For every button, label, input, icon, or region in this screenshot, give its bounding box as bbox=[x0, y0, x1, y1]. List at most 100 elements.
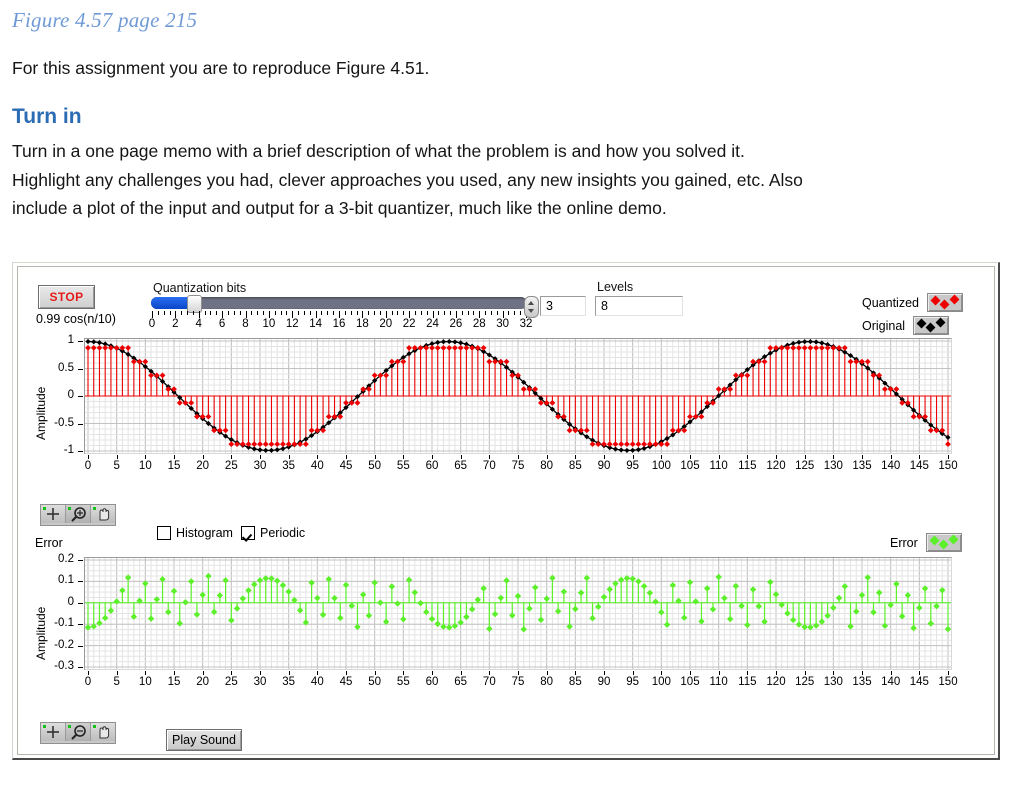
xtick-mark bbox=[546, 455, 548, 459]
xtick-mark bbox=[747, 671, 749, 675]
xtick-mark bbox=[346, 671, 347, 675]
xtick-mark bbox=[690, 455, 691, 459]
xtick-mark bbox=[88, 455, 89, 459]
legend-original-swatch[interactable] bbox=[913, 316, 950, 335]
signal-graph-palette[interactable] bbox=[40, 504, 116, 526]
xtick-mark bbox=[145, 671, 147, 675]
quantization-bits-label: Quantization bits bbox=[153, 281, 247, 295]
spinner-down-arrow-icon[interactable] bbox=[528, 309, 534, 313]
legend-error-swatch[interactable] bbox=[925, 533, 962, 552]
xtick-label: 40 bbox=[310, 676, 324, 688]
section-heading-turn-in: Turn in bbox=[12, 105, 82, 129]
histogram-label: Histogram bbox=[176, 526, 233, 540]
error-graph-palette[interactable] bbox=[40, 722, 116, 744]
cursor-crosshair-tool-icon-2[interactable] bbox=[41, 723, 66, 741]
slider-track[interactable] bbox=[151, 297, 527, 309]
xtick-label: 80 bbox=[540, 460, 554, 472]
xtick-mark bbox=[862, 671, 863, 675]
histogram-checkbox-row[interactable]: Histogram bbox=[157, 526, 233, 540]
xtick-label: 150 bbox=[938, 460, 958, 472]
xtick-label: 45 bbox=[339, 460, 353, 472]
ytick-mark bbox=[78, 423, 83, 425]
xtick-label: 85 bbox=[568, 460, 582, 472]
xtick-mark bbox=[575, 455, 577, 459]
histogram-checkbox[interactable] bbox=[157, 526, 171, 540]
slider-tick-label: 8 bbox=[242, 318, 249, 330]
xtick-mark bbox=[890, 671, 892, 675]
xtick-label: 95 bbox=[626, 676, 640, 688]
xtick-mark bbox=[460, 455, 462, 459]
play-sound-button[interactable]: Play Sound bbox=[166, 729, 242, 751]
xtick-label: 35 bbox=[282, 676, 296, 688]
xtick-label: 60 bbox=[425, 676, 439, 688]
xtick-label: 15 bbox=[167, 460, 181, 472]
ytick-label: 0.1 bbox=[58, 574, 74, 587]
xtick-mark bbox=[833, 671, 835, 675]
ytick-label: -0.2 bbox=[54, 638, 74, 651]
pan-hand-tool-icon-2[interactable] bbox=[91, 723, 115, 741]
xtick-label: 35 bbox=[282, 460, 296, 472]
xtick-label: 65 bbox=[454, 460, 468, 472]
xtick-mark bbox=[690, 671, 691, 675]
xtick-label: 120 bbox=[766, 460, 786, 472]
legend-error[interactable]: Error bbox=[890, 533, 962, 552]
slider-tick-label: 30 bbox=[496, 318, 510, 330]
xtick-label: 130 bbox=[823, 676, 843, 688]
xtick-mark bbox=[317, 671, 319, 675]
legend-quantized[interactable]: Quantized bbox=[862, 293, 963, 312]
cursor-crosshair-tool-icon[interactable] bbox=[41, 505, 66, 523]
error-plot-title: Error bbox=[35, 536, 63, 550]
error-plot[interactable] bbox=[84, 557, 952, 670]
quantization-bits-slider[interactable] bbox=[151, 295, 527, 313]
stop-button[interactable]: STOP bbox=[38, 285, 95, 309]
slider-tick-label: 14 bbox=[309, 318, 323, 330]
xtick-label: 110 bbox=[709, 460, 728, 472]
xtick-label: 0 bbox=[84, 460, 92, 472]
xtick-label: 145 bbox=[909, 676, 929, 688]
xtick-mark bbox=[288, 671, 290, 675]
slider-tick-label: 26 bbox=[449, 318, 463, 330]
signal-plot[interactable] bbox=[84, 338, 952, 454]
zoom-magnifier-tool-icon-2[interactable] bbox=[66, 723, 91, 741]
xtick-label: 10 bbox=[138, 676, 152, 688]
xtick-label: 30 bbox=[253, 460, 267, 472]
spinner-arrows-icon[interactable] bbox=[524, 296, 539, 318]
figure-title: Figure 4.57 page 215 bbox=[12, 8, 198, 32]
periodic-checkbox[interactable] bbox=[241, 526, 255, 540]
legend-quantized-label: Quantized bbox=[862, 295, 919, 310]
zoom-magnifier-tool-icon[interactable] bbox=[66, 505, 91, 523]
ytick-label: -0.1 bbox=[54, 617, 74, 630]
xtick-label: 95 bbox=[626, 460, 640, 472]
xtick-label: 90 bbox=[597, 460, 611, 472]
xtick-mark bbox=[231, 671, 233, 675]
error-plot-ylabel: Amplitude bbox=[34, 606, 48, 660]
legend-original[interactable]: Original bbox=[862, 316, 950, 335]
periodic-checkbox-row[interactable]: Periodic bbox=[241, 526, 305, 540]
slider-tick-label: 32 bbox=[519, 318, 533, 330]
ytick-mark bbox=[78, 602, 83, 604]
xtick-mark bbox=[632, 671, 634, 675]
ytick-mark bbox=[78, 624, 83, 626]
xtick-mark bbox=[403, 455, 405, 459]
xtick-mark bbox=[116, 671, 118, 675]
xtick-label: 100 bbox=[651, 676, 671, 688]
xtick-mark bbox=[489, 671, 491, 675]
xtick-label: 50 bbox=[368, 460, 382, 472]
pan-hand-tool-icon[interactable] bbox=[91, 505, 115, 523]
spinner-up-arrow-icon[interactable] bbox=[528, 301, 534, 305]
slider-tick-label: 22 bbox=[402, 318, 416, 330]
bits-value-field[interactable]: 3 bbox=[540, 296, 586, 316]
xtick-label: 25 bbox=[224, 460, 238, 472]
xtick-mark bbox=[174, 671, 175, 675]
legend-quantized-swatch[interactable] bbox=[926, 293, 963, 312]
xtick-label: 70 bbox=[482, 676, 496, 688]
ytick-mark bbox=[78, 667, 83, 668]
slider-tick-label: 28 bbox=[472, 318, 486, 330]
xtick-label: 105 bbox=[680, 460, 700, 472]
slider-tick-label: 18 bbox=[355, 318, 369, 330]
xtick-label: 5 bbox=[113, 460, 120, 472]
xtick-label: 5 bbox=[113, 676, 120, 688]
legend-error-label: Error bbox=[890, 535, 918, 550]
slider-tick-label: 6 bbox=[218, 318, 226, 330]
xtick-label: 45 bbox=[339, 676, 353, 688]
